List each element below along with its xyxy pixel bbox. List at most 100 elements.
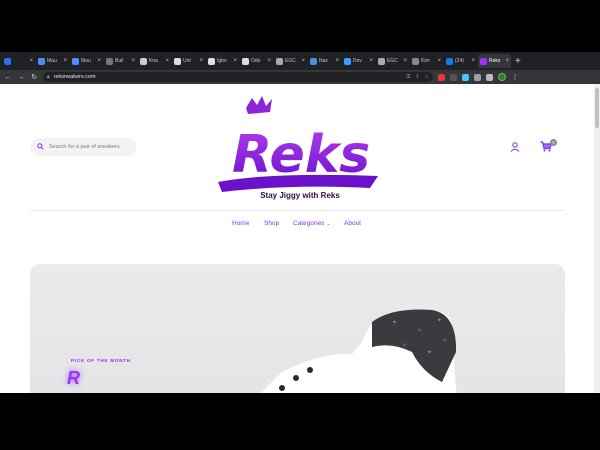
search-input[interactable] <box>49 144 129 150</box>
tab-close-icon[interactable]: × <box>471 58 475 64</box>
tab-favicon-icon <box>208 57 215 65</box>
address-url: reksneakers.com <box>53 74 96 80</box>
web-page: Reks Stay Jiggy with Reks 0 Home Shop Ca… <box>0 84 600 393</box>
cart-count-badge: 0 <box>550 139 557 146</box>
search-icon <box>37 142 44 152</box>
browser-tab[interactable]: Igbo × <box>206 54 239 68</box>
sneaker-image: ✦ ✧ ✦ ✧ ✦ ✧ <box>261 309 457 393</box>
nav-shop[interactable]: Shop <box>264 220 279 227</box>
screen: × Mau × Mau × Buil × Kna × Unt × Igbo × Odo × EGC × Nax × D… <box>0 0 600 450</box>
page-scrollbar[interactable] <box>594 84 600 393</box>
nav-about[interactable]: About <box>344 220 361 227</box>
tab-close-icon[interactable]: × <box>63 58 67 64</box>
tab-close-icon[interactable]: × <box>267 58 271 64</box>
tab-search-icon[interactable] <box>486 73 493 81</box>
tab-favicon-icon <box>480 57 487 65</box>
svg-text:✦: ✦ <box>437 317 442 324</box>
tab-close-icon[interactable]: × <box>233 58 237 64</box>
svg-text:✦: ✦ <box>427 349 432 356</box>
browser-tab[interactable]: Mau × <box>70 54 103 68</box>
extension-icon[interactable] <box>462 73 469 81</box>
key-icon[interactable]: ⚿ <box>407 74 411 80</box>
profile-avatar[interactable] <box>498 73 506 81</box>
extension-icon[interactable] <box>438 73 445 81</box>
browser-tab[interactable]: Dov × <box>342 54 375 68</box>
nav-home[interactable]: Home <box>232 220 249 227</box>
tab-favicon-icon <box>242 57 249 65</box>
scrollbar-thumb[interactable] <box>595 88 599 128</box>
screen-bottom-black-area <box>0 393 600 450</box>
new-tab-button[interactable]: + <box>515 56 521 67</box>
tab-favicon-icon <box>412 57 419 65</box>
tab-favicon-icon <box>72 57 79 65</box>
browser-tab-strip: × Mau × Mau × Buil × Kna × Unt × Igbo × Odo × EGC × Nax × D… <box>0 52 600 70</box>
browser-menu-icon[interactable]: ⋮ <box>511 73 519 81</box>
tab-title: Nax <box>319 58 328 64</box>
browser-tab[interactable]: Mau × <box>36 54 69 68</box>
nav-categories-label: Categories <box>293 220 325 227</box>
bookmark-star-icon[interactable]: ☆ <box>425 74 429 80</box>
tab-title: Kna <box>149 58 158 64</box>
tab-favicon-icon <box>378 57 385 65</box>
reks-logo[interactable]: Reks <box>210 94 380 204</box>
tab-close-icon[interactable]: × <box>403 58 407 64</box>
tab-close-icon[interactable]: × <box>165 58 169 64</box>
header-divider <box>30 210 565 211</box>
browser-tab[interactable]: Kim × <box>410 54 443 68</box>
browser-tab[interactable]: Buil × <box>104 54 137 68</box>
tab-close-icon[interactable]: × <box>131 58 135 64</box>
tab-close-icon[interactable]: × <box>335 58 339 64</box>
nav-categories[interactable]: Categories ⌄ <box>293 220 330 227</box>
extensions-puzzle-icon[interactable] <box>474 73 481 81</box>
tab-close-icon[interactable]: × <box>505 58 509 64</box>
tab-title: Unt <box>183 58 191 64</box>
browser-tab[interactable]: Reks × <box>478 54 511 68</box>
forward-button[interactable]: → <box>17 74 25 81</box>
tab-close-icon[interactable]: × <box>437 58 441 64</box>
svg-text:✧: ✧ <box>402 342 407 349</box>
browser-tab[interactable]: Nax × <box>308 54 341 68</box>
lock-icon: 🔒︎ <box>47 74 50 80</box>
browser-toolbar: ← → ↻ 🔒︎ reksneakers.com ⚿ ⇪ ☆ ⋮ <box>0 70 600 84</box>
logo-tagline: Stay Jiggy with Reks <box>260 191 340 200</box>
user-icon[interactable] <box>510 142 520 152</box>
tab-close-icon[interactable]: × <box>97 58 101 64</box>
tab-favicon-icon <box>174 57 181 65</box>
address-bar[interactable]: 🔒︎ reksneakers.com ⚿ ⇪ ☆ <box>43 72 433 82</box>
tab-favicon-icon <box>4 57 11 65</box>
tab-title: Reks <box>489 58 501 64</box>
tab-title: Igbo <box>217 58 227 64</box>
tab-title: Dov <box>353 58 362 64</box>
browser-tab[interactable]: Odo × <box>240 54 273 68</box>
extension-icon[interactable] <box>450 73 457 81</box>
browser-tab[interactable]: (24) × <box>444 54 477 68</box>
tab-favicon-icon <box>344 57 351 65</box>
share-icon[interactable]: ⇪ <box>415 74 419 80</box>
tab-favicon-icon <box>310 57 317 65</box>
tab-close-icon[interactable]: × <box>301 58 305 64</box>
tab-favicon-icon <box>446 57 453 65</box>
tab-favicon-icon <box>38 57 45 65</box>
tab-close-icon[interactable]: × <box>369 58 373 64</box>
tab-close-icon[interactable]: × <box>199 58 203 64</box>
reload-button[interactable]: ↻ <box>30 73 38 81</box>
tab-title: Mau <box>47 58 57 64</box>
back-button[interactable]: ← <box>4 74 12 81</box>
hero-banner: PICK OF THE MONTH R ✦ ✧ ✦ ✧ ✦ ✧ <box>30 264 565 393</box>
product-search[interactable] <box>30 138 136 156</box>
tab-title: Odo <box>251 58 261 64</box>
svg-text:✧: ✧ <box>442 337 447 344</box>
browser-tab[interactable]: EGC × <box>376 54 409 68</box>
tab-favicon-icon <box>106 57 113 65</box>
svg-text:✧: ✧ <box>417 327 422 334</box>
browser-tab[interactable]: EGC × <box>274 54 307 68</box>
browser-tab[interactable]: Kna × <box>138 54 171 68</box>
browser-tab[interactable]: × <box>2 54 35 68</box>
browser-tab[interactable]: Unt × <box>172 54 205 68</box>
logo-text: Reks <box>232 125 370 185</box>
tab-title: Kim <box>421 58 430 64</box>
tab-close-icon[interactable]: × <box>29 58 33 64</box>
tab-title: Mau <box>81 58 91 64</box>
hero-eyebrow: PICK OF THE MONTH <box>71 358 131 363</box>
tab-title: (24) <box>455 58 464 64</box>
